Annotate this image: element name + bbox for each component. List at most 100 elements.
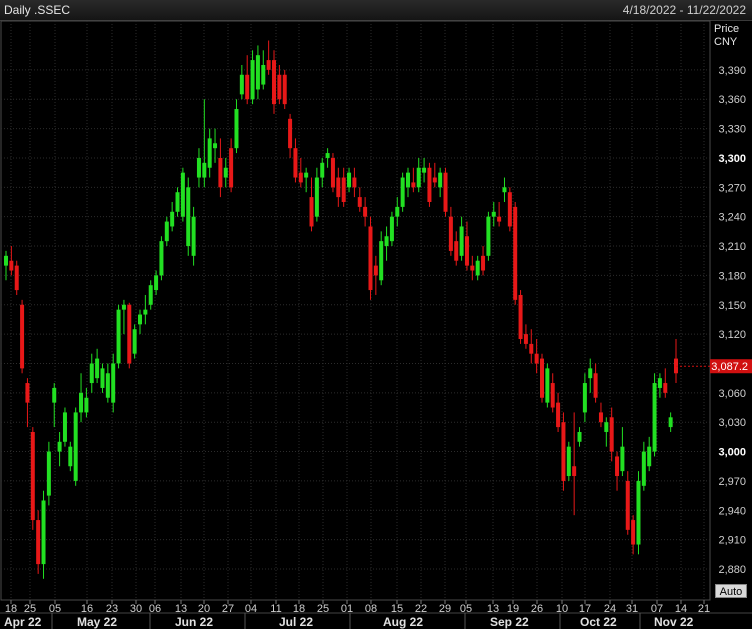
candle-body bbox=[52, 387, 57, 403]
candle-body bbox=[250, 60, 255, 100]
x-month-label: Oct 22 bbox=[580, 615, 617, 629]
candle-body bbox=[604, 422, 609, 432]
candle-body bbox=[196, 157, 201, 178]
candle-body bbox=[432, 177, 437, 183]
candle-body bbox=[497, 216, 502, 222]
candle-body bbox=[36, 520, 41, 565]
candle-body bbox=[363, 206, 368, 217]
candle-body bbox=[325, 153, 330, 158]
y-tick-label: 2,940 bbox=[718, 505, 746, 517]
candle-body bbox=[213, 143, 218, 149]
candle-body bbox=[175, 192, 180, 212]
candle-body bbox=[330, 157, 335, 188]
candle-body bbox=[464, 236, 469, 266]
candle-body bbox=[239, 74, 244, 95]
candle-body bbox=[443, 172, 448, 212]
candle-body bbox=[127, 304, 132, 364]
candle-body bbox=[341, 177, 346, 202]
candle-body bbox=[314, 177, 319, 217]
x-month-label: Nov 22 bbox=[654, 615, 694, 629]
candle-body bbox=[615, 456, 620, 477]
candle-body bbox=[641, 451, 646, 486]
candle-body bbox=[400, 177, 405, 207]
candle-body bbox=[229, 148, 234, 188]
candle-body bbox=[105, 373, 110, 398]
candle-body bbox=[529, 343, 534, 354]
y-tick-label: 2,910 bbox=[718, 535, 746, 547]
candle-body bbox=[164, 221, 169, 242]
y-tick-label: 3,270 bbox=[718, 182, 746, 194]
candlestick-chart[interactable]: 2,8802,9102,9402,9703,0003,0303,0603,090… bbox=[0, 0, 752, 629]
candle-body bbox=[652, 383, 657, 452]
x-month-label: Apr 22 bbox=[4, 615, 42, 629]
candle-body bbox=[154, 275, 159, 291]
candle-body bbox=[561, 422, 566, 481]
candle-body bbox=[30, 431, 35, 521]
candle-body bbox=[218, 157, 223, 188]
candle-body bbox=[9, 260, 14, 271]
candle-body bbox=[277, 74, 282, 100]
candle-body bbox=[20, 304, 25, 369]
candle-body bbox=[502, 187, 507, 193]
x-month-label: Aug 22 bbox=[383, 615, 423, 629]
candle-body bbox=[647, 446, 652, 467]
candle-body bbox=[143, 309, 148, 315]
candle-body bbox=[84, 397, 89, 413]
candle-body bbox=[550, 383, 555, 408]
candle-body bbox=[620, 446, 625, 472]
candle-body bbox=[598, 412, 603, 423]
candle-body bbox=[657, 378, 662, 388]
candle-body bbox=[406, 172, 410, 188]
y-tick-label: 3,390 bbox=[718, 65, 746, 77]
candle-body bbox=[668, 417, 673, 428]
candle-body bbox=[309, 197, 314, 227]
candle-body bbox=[57, 441, 62, 452]
y-tick-label: 3,030 bbox=[718, 417, 746, 429]
candle-body bbox=[138, 314, 142, 325]
y-tick-label: 3,240 bbox=[718, 212, 746, 224]
candle-body bbox=[170, 211, 175, 227]
candle-body bbox=[475, 260, 480, 276]
y-tick-label: 3,300 bbox=[718, 153, 746, 165]
candle-body bbox=[100, 368, 105, 388]
x-month-label: Sep 22 bbox=[490, 615, 529, 629]
candle-body bbox=[454, 241, 459, 261]
candle-body bbox=[481, 255, 486, 271]
candle-body bbox=[566, 446, 571, 477]
candle-body bbox=[486, 216, 491, 256]
candle-body bbox=[25, 383, 30, 403]
auto-scale-button[interactable]: Auto bbox=[715, 584, 747, 598]
candle-body bbox=[379, 241, 384, 281]
candle-body bbox=[593, 373, 598, 398]
candle-body bbox=[588, 368, 593, 379]
candle-body bbox=[389, 216, 394, 242]
candle-body bbox=[540, 358, 544, 398]
candle-body bbox=[73, 412, 78, 481]
candle-body bbox=[470, 265, 475, 271]
candle-body bbox=[4, 255, 8, 266]
candle-body bbox=[223, 167, 228, 178]
candle-body bbox=[625, 480, 630, 530]
candle-body bbox=[89, 363, 94, 384]
candle-body bbox=[395, 206, 400, 217]
candle-body bbox=[266, 60, 271, 70]
candle-body bbox=[491, 211, 496, 217]
candle-body bbox=[459, 226, 464, 256]
candle-body bbox=[255, 55, 260, 90]
candle-body bbox=[79, 392, 84, 413]
candle-body bbox=[207, 138, 212, 168]
y-axis-title: CNY bbox=[714, 36, 738, 48]
candle-body bbox=[186, 187, 191, 247]
y-tick-label: 2,880 bbox=[718, 564, 746, 576]
candle-body bbox=[352, 177, 357, 188]
candle-body bbox=[582, 383, 587, 413]
candle-body bbox=[609, 417, 614, 452]
candle-body bbox=[663, 383, 668, 393]
candle-body bbox=[416, 167, 421, 188]
candle-body bbox=[111, 363, 116, 403]
candle-body bbox=[298, 172, 303, 183]
candle-body bbox=[368, 226, 373, 291]
candle-body bbox=[68, 446, 73, 467]
candle-body bbox=[293, 148, 298, 178]
candle-body bbox=[272, 60, 276, 105]
